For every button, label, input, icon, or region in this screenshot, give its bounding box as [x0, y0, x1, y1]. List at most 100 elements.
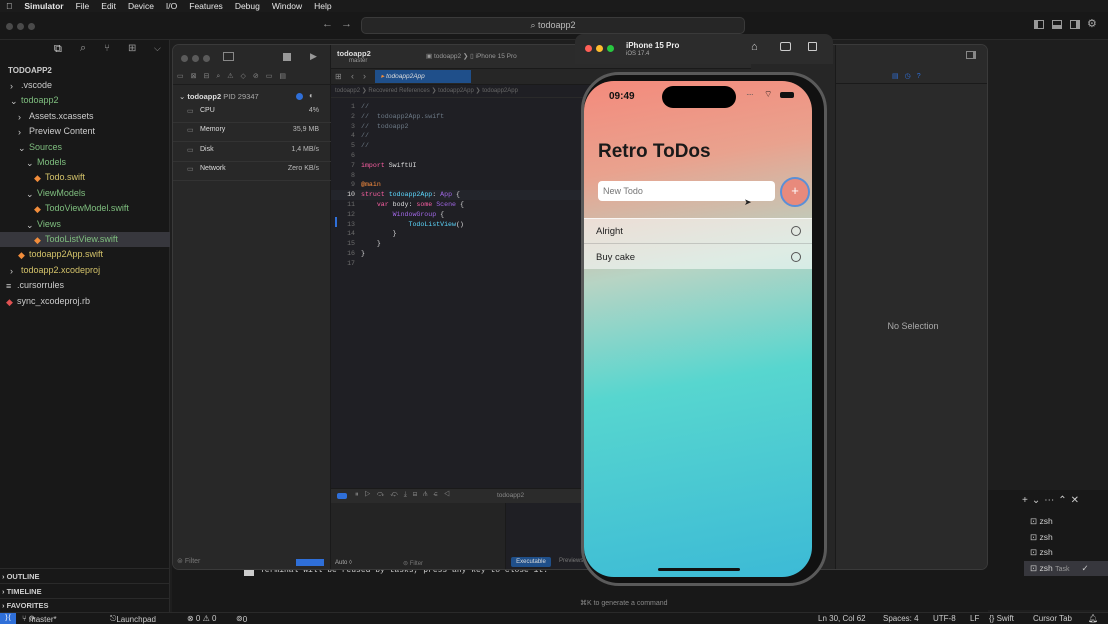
gauge-cpu[interactable]: ▭ CPU 4%	[173, 104, 331, 123]
eol-status[interactable]: LF	[970, 614, 979, 623]
explorer-item[interactable]: › .vscode	[0, 78, 170, 93]
sim-minimize-button[interactable]	[596, 45, 603, 52]
explorer-item[interactable]: ◆ Todo.swift	[0, 170, 170, 185]
outline-section[interactable]: › OUTLINE	[0, 568, 170, 583]
variables-view[interactable]: Auto ◊ ⊜ Filter	[331, 503, 506, 569]
gauge-disk[interactable]: ▭ Disk 1,4 MB/s	[173, 143, 331, 162]
indentation-status[interactable]: Spaces: 4	[883, 614, 919, 623]
home-indicator[interactable]	[658, 568, 740, 571]
menu-app[interactable]: Simulator	[24, 1, 63, 11]
navigator-toggle-icon[interactable]	[223, 52, 234, 61]
menu-file[interactable]: File	[76, 1, 90, 11]
gauge-memory[interactable]: ▭ Memory 35,9 MB	[173, 123, 331, 143]
terminal-item[interactable]: ⊡ zsh	[1024, 514, 1108, 529]
terminal-item[interactable]: ⊡ zsh	[1024, 530, 1108, 545]
xcode-minimize-button[interactable]	[192, 55, 199, 62]
forward-icon[interactable]: ›	[363, 71, 366, 81]
remote-icon[interactable]: ⟩⟨	[0, 613, 16, 624]
todo-row[interactable]: Buy cake	[584, 245, 812, 270]
info-icon[interactable]: ◐	[309, 91, 314, 100]
menu-features[interactable]: Features	[189, 1, 223, 11]
extensions-icon[interactable]: ⊞	[128, 43, 136, 54]
encoding-status[interactable]: UTF-8	[933, 614, 956, 623]
terminal-item[interactable]: ⊡ zsh Task ✓	[1024, 560, 1108, 576]
editor-tab[interactable]: ▸ todoapp2App	[375, 70, 471, 83]
debug-controls[interactable]: ⏸▷⤼⤽⤓⊟⋔⋲◁	[355, 491, 456, 499]
menu-edit[interactable]: Edit	[101, 1, 116, 11]
menu-debug[interactable]: Debug	[235, 1, 260, 11]
iphone-screen[interactable]: 09:49 ···· ⌔ Retro ToDos + ➤ Alright Buy…	[584, 81, 812, 577]
explorer-item[interactable]: ⌄ Models	[0, 155, 170, 170]
home-icon[interactable]: ⌂	[751, 41, 758, 53]
xcode-zoom-button[interactable]	[203, 55, 210, 62]
terminal-item[interactable]: ⊡ zsh	[1024, 545, 1108, 560]
xcode-close-button[interactable]	[181, 55, 188, 62]
problems-status[interactable]: ⊗ 0 ⚠ 0	[187, 614, 216, 623]
debug-area-toggle-icon[interactable]	[337, 493, 347, 499]
gauge-network[interactable]: ▭ Network Zero KB/s	[173, 162, 331, 181]
explorer-item[interactable]: ⌄ todoapp2	[0, 93, 170, 108]
branch-status[interactable]: ⑂ master* ⟳	[22, 614, 57, 624]
window-close-button[interactable]	[6, 23, 13, 30]
command-center-search[interactable]: ⌕ todoapp2	[361, 17, 745, 34]
explorer-item[interactable]: ⌄ Views	[0, 217, 170, 232]
explorer-item[interactable]: ◆ sync_xcodeproj.rb	[0, 294, 170, 309]
explorer-icon[interactable]: ⧉	[54, 43, 62, 56]
cursor-position[interactable]: Ln 30, Col 62	[818, 614, 866, 623]
sim-zoom-button[interactable]	[607, 45, 614, 52]
explorer-item[interactable]: ⌄ Sources	[0, 140, 170, 155]
todo-row[interactable]: Alright	[584, 219, 812, 244]
ports-status[interactable]: ⊚ 0	[236, 614, 247, 624]
toggle-panel-icon[interactable]	[1052, 20, 1062, 29]
apple-icon[interactable]: 	[6, 1, 12, 11]
explorer-item[interactable]: › Preview Content	[0, 124, 170, 139]
grid-icon[interactable]: ⊞	[335, 72, 342, 81]
menu-help[interactable]: Help	[314, 1, 331, 11]
inspector-toggle-icon[interactable]	[966, 51, 976, 59]
menu-device[interactable]: Device	[128, 1, 154, 11]
timeline-section[interactable]: › TIMELINE	[0, 583, 170, 598]
window-zoom-button[interactable]	[28, 23, 35, 30]
forward-arrow-icon[interactable]: →	[341, 18, 352, 30]
explorer-root[interactable]: TODOAPP2	[8, 66, 52, 75]
scheme-selector[interactable]: ▣ todoapp2 ❯ ▯ iPhone 15 Pro	[426, 52, 517, 60]
menu-io[interactable]: I/O	[166, 1, 177, 11]
toggle-sidebar-icon[interactable]	[1034, 20, 1044, 29]
explorer-item[interactable]: › todoapp2.xcodeproj	[0, 263, 170, 278]
toggle-secondary-sidebar-icon[interactable]	[1070, 20, 1080, 29]
add-todo-button[interactable]: +	[780, 177, 810, 207]
launchpad-status[interactable]: ⎋ Launchpad	[110, 614, 156, 624]
executable-tab[interactable]: Executable	[511, 557, 551, 567]
filter-options-icon[interactable]	[296, 559, 324, 566]
explorer-item[interactable]: ⌄ ViewModels	[0, 186, 170, 201]
explorer-item[interactable]: ≡ .cursorrules	[0, 278, 170, 293]
sim-close-button[interactable]	[585, 45, 592, 52]
source-control-icon[interactable]: ⑂	[104, 43, 110, 54]
explorer-item[interactable]: › Assets.xcassets	[0, 109, 170, 124]
run-icon[interactable]: ▶	[310, 51, 317, 62]
rotate-icon[interactable]	[808, 42, 817, 51]
window-minimize-button[interactable]	[17, 23, 24, 30]
inspector-tabs[interactable]: ▤◷?	[892, 72, 927, 80]
back-icon[interactable]: ‹	[351, 71, 354, 81]
screenshot-icon[interactable]	[780, 42, 791, 51]
favorites-section[interactable]: › FAVORITES	[0, 598, 170, 612]
process-row[interactable]: ⌄ todoapp2 PID 29347	[179, 92, 259, 101]
language-status[interactable]: {} Swift	[989, 614, 1014, 623]
cursor-tab-status[interactable]: Cursor Tab	[1033, 614, 1072, 623]
chevron-down-icon[interactable]: ⌵	[154, 43, 161, 54]
explorer-item[interactable]: ◆ TodoViewModel.swift	[0, 201, 170, 216]
explorer-item[interactable]: ◆ TodoListView.swift	[0, 232, 170, 247]
menu-window[interactable]: Window	[272, 1, 302, 11]
breadcrumb[interactable]: todoapp2 ❯ Recovered References ❯ todoap…	[335, 87, 518, 94]
bell-icon[interactable]: 🔔︎	[1088, 614, 1098, 623]
back-arrow-icon[interactable]: ←	[322, 18, 333, 30]
variables-filter[interactable]: ⊜ Filter	[403, 560, 423, 567]
search-icon[interactable]: ⌕	[80, 42, 86, 55]
auto-selector[interactable]: Auto ◊	[335, 560, 352, 566]
project-name[interactable]: todoapp2	[337, 49, 371, 58]
todo-checkbox-icon[interactable]	[791, 252, 801, 262]
stop-icon[interactable]	[283, 53, 291, 61]
todo-checkbox-icon[interactable]	[791, 226, 801, 236]
explorer-item[interactable]: ◆ todoapp2App.swift	[0, 247, 170, 262]
